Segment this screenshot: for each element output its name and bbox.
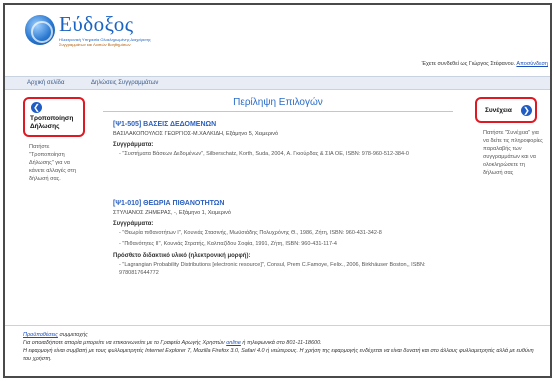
- books-heading: Συγγράμματα:: [113, 221, 154, 227]
- books-heading: Συγγράμματα:: [113, 142, 154, 148]
- logo-text: Εύδοξος: [59, 12, 134, 36]
- course-title[interactable]: [Ψ1-505] ΒΑΣΕΙΣ ΔΕΔΟΜΕΝΩΝ: [113, 121, 443, 128]
- login-status: Έχετε συνδεθεί ως Γιώργος Στέφανου. Αποσ…: [422, 61, 548, 67]
- nav-requests-link[interactable]: Δηλώσεις Συγγραμμάτων: [91, 80, 158, 86]
- contact-text-suffix: ή τηλεφωνικά στο 801-11-18600.: [240, 340, 322, 346]
- logout-link[interactable]: Αποσύνδεση: [516, 61, 548, 67]
- globe-logo-icon: [25, 15, 55, 45]
- footer-terms-line: Προϋποθέσεις συμμετοχής: [23, 331, 543, 339]
- book-item: - "Πιθανότητες II", Κουνιάς Στρατής, Καλ…: [119, 240, 337, 247]
- online-support-link[interactable]: online: [226, 340, 241, 346]
- continue-button[interactable]: Συνέχεια ❯: [475, 97, 537, 123]
- extra-material-heading: Πρόσθετο διδακτικό υλικό (ηλεκτρονική μο…: [113, 253, 251, 259]
- terms-link[interactable]: Προϋποθέσεις: [23, 332, 58, 338]
- eudoxos-logo[interactable]: Εύδοξος Ηλεκτρονική Υπηρεσία Ολοκληρωμέν…: [25, 12, 155, 49]
- breadcrumb-nav: Αρχική σελίδα Δηλώσεις Συγγραμμάτων: [5, 76, 550, 90]
- modify-declaration-button[interactable]: ❮ Τροποποίηση Δήλωσης: [23, 97, 85, 137]
- footer-compat-line: Η εφαρμογή είναι συμβατή με τους φυλλομε…: [23, 348, 534, 362]
- arrow-right-circle-icon: ❯: [521, 105, 532, 116]
- book-text: "Πιθανότητες II", Κουνιάς Στρατής, Καλπα…: [122, 240, 337, 247]
- contact-text-prefix: Για οποιαδήποτε απορία μπορείτε να επικο…: [23, 340, 227, 346]
- site-header: Εύδοξος Ηλεκτρονική Υπηρεσία Ολοκληρωμέν…: [5, 5, 550, 75]
- course-teachers: ΣΤΥΛΙΑΝΟΣ ΖΗΜΕΡΑΣ, -, Εξάμηνο 1, Χειμερι…: [113, 210, 231, 216]
- course-block: [Ψ1-010] ΘΕΩΡΙΑ ΠΙΘΑΝΟΤΗΤΩΝ ΣΤΥΛΙΑΝΟΣ ΖΗ…: [113, 200, 443, 277]
- terms-text: συμμετοχής: [57, 332, 88, 338]
- selection-summary: Περίληψη Επιλογών [Ψ1-505] ΒΑΣΕΙΣ ΔΕΔΟΜΕ…: [103, 97, 453, 312]
- browser-frame: Εύδοξος Ηλεκτρονική Υπηρεσία Ολοκληρωμέν…: [3, 3, 552, 378]
- course-teachers: ΒΑΣΙΛΑΚΟΠΟΥΛΟΣ ΓΕΩΡΓΙΟΣ-Μ.ΧΑΛΚΙΔΗ, Εξάμη…: [113, 131, 279, 137]
- modify-declaration-label: Τροποποίηση Δήλωσης: [30, 115, 74, 130]
- logo-subtitle-2: Συγγραμμάτων και Λοιπών Βοηθημάτων: [59, 42, 131, 47]
- left-panel: ❮ Τροποποίηση Δήλωσης Πατήστε "Τροποποίη…: [23, 97, 87, 277]
- course-title[interactable]: [Ψ1-010] ΘΕΩΡΙΑ ΠΙΘΑΝΟΤΗΤΩΝ: [113, 200, 443, 207]
- extra-material-item: - "Lagrangian Probability Distributions …: [119, 262, 426, 276]
- site-footer: Προϋποθέσεις συμμετοχής Για οποιαδήποτε …: [5, 325, 550, 363]
- book-text: "Θεωρία πιθανοτήτων I", Κουνιάς Στασινής…: [122, 230, 382, 236]
- continue-help-text: Πατήστε "Συνέχεια" για να δείτε τις πληρ…: [483, 130, 543, 176]
- arrow-left-circle-icon: ❮: [31, 102, 42, 113]
- nav-home-link[interactable]: Αρχική σελίδα: [27, 80, 64, 86]
- book-text: "Συστήματα Βάσεων Δεδομένων", Silberscha…: [122, 151, 409, 157]
- right-panel: Συνέχεια ❯ Πατήστε "Συνέχεια" για να δεί…: [475, 97, 545, 217]
- page-title: Περίληψη Επιλογών: [103, 97, 453, 112]
- footer-contact-line: Για οποιαδήποτε απορία μπορείτε να επικο…: [23, 339, 543, 347]
- book-item: - "Θεωρία πιθανοτήτων I", Κουνιάς Στασιν…: [119, 230, 382, 236]
- footer-divider: [5, 325, 550, 326]
- login-text: Έχετε συνδεθεί ως Γιώργος Στέφανου.: [421, 61, 516, 67]
- book-item: - "Συστήματα Βάσεων Δεδομένων", Silbersc…: [119, 151, 409, 157]
- course-block: [Ψ1-505] ΒΑΣΕΙΣ ΔΕΔΟΜΕΝΩΝ ΒΑΣΙΛΑΚΟΠΟΥΛΟΣ…: [113, 121, 443, 159]
- extra-material-text: "Lagrangian Probability Distributions [e…: [119, 262, 426, 276]
- modify-help-text: Πατήστε "Τροποποίηση Δήλωσης" για να κάν…: [29, 144, 76, 182]
- continue-label: Συνέχεια: [485, 107, 512, 114]
